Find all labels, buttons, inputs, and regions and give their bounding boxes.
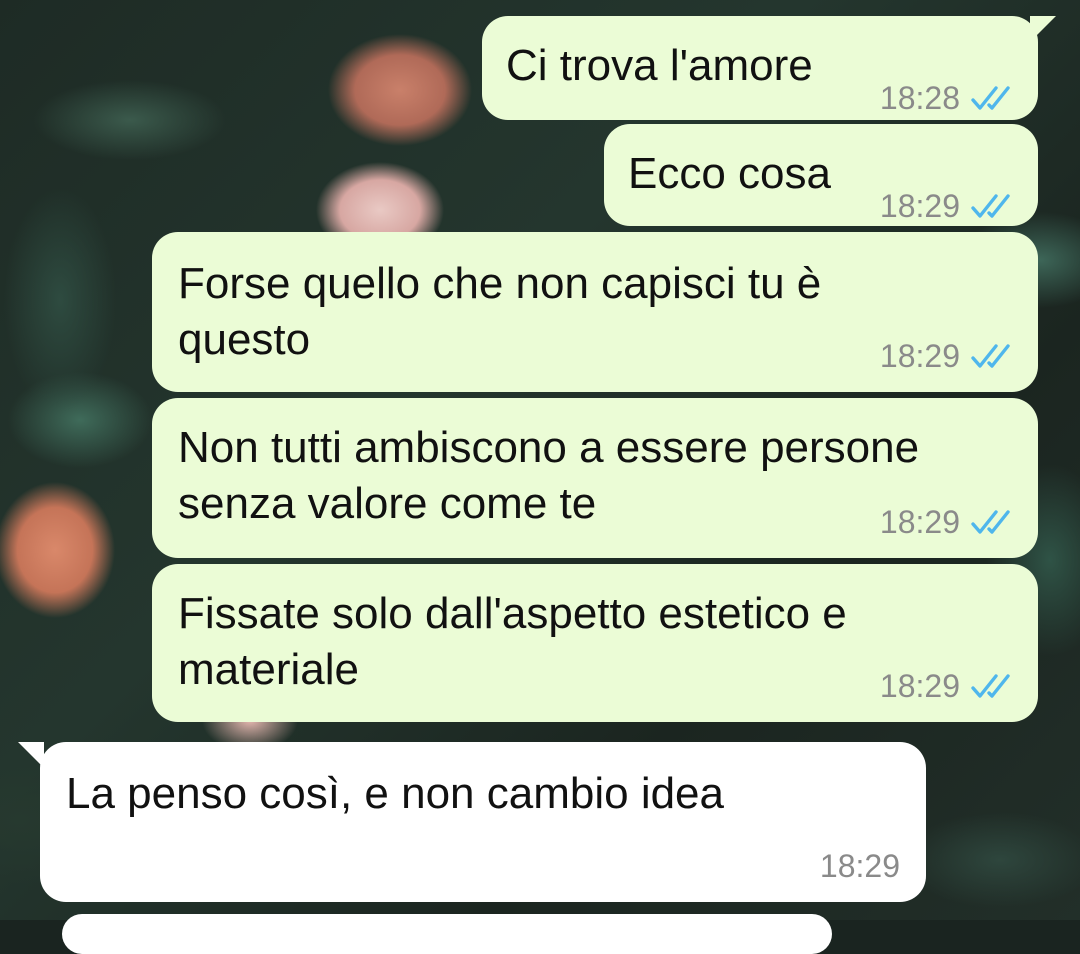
- message-meta: 18:29: [880, 188, 1016, 224]
- message-time: 18:29: [879, 338, 960, 374]
- message-meta: 18:29: [880, 668, 1016, 704]
- outgoing-message-bubble[interactable]: Fissate solo dall'aspetto estetico e mat…: [152, 564, 1038, 722]
- message-time: 18:29: [879, 504, 960, 540]
- double-check-icon: [971, 510, 1010, 534]
- message-meta: 18:28: [880, 80, 1016, 116]
- message-time: 18:28: [879, 80, 960, 116]
- message-text: Ci trova l'amore: [506, 41, 813, 90]
- double-check-icon: [971, 674, 1010, 698]
- outgoing-message-bubble[interactable]: Non tutti ambiscono a essere persone sen…: [152, 398, 1038, 558]
- outgoing-message-bubble[interactable]: Ecco cosa 18:29: [604, 124, 1038, 226]
- message-text: Ecco cosa: [628, 149, 831, 198]
- bubble-tail: [1030, 16, 1056, 42]
- message-text: Forse quello che non capisci tu è questo: [178, 259, 822, 364]
- incoming-message-bubble[interactable]: La penso così, e non cambio idea 18:29: [40, 742, 926, 902]
- message-text: La penso così, e non cambio idea: [66, 769, 725, 818]
- message-text: Non tutti ambiscono a essere persone sen…: [178, 423, 920, 528]
- outgoing-message-bubble[interactable]: Ci trova l'amore 18:28: [482, 16, 1038, 120]
- message-time: 18:29: [879, 188, 960, 224]
- incoming-message-bubble-partial[interactable]: [62, 914, 832, 954]
- message-meta: 18:29: [880, 504, 1016, 540]
- double-check-icon: [971, 344, 1010, 368]
- message-meta: 18:29: [880, 338, 1016, 374]
- outgoing-message-bubble[interactable]: Forse quello che non capisci tu è questo…: [152, 232, 1038, 392]
- message-text: Fissate solo dall'aspetto estetico e mat…: [178, 589, 847, 694]
- message-time: 18:29: [819, 848, 900, 884]
- double-check-icon: [971, 194, 1010, 218]
- double-check-icon: [971, 86, 1010, 110]
- message-meta: 18:29: [820, 848, 900, 884]
- message-time: 18:29: [879, 668, 960, 704]
